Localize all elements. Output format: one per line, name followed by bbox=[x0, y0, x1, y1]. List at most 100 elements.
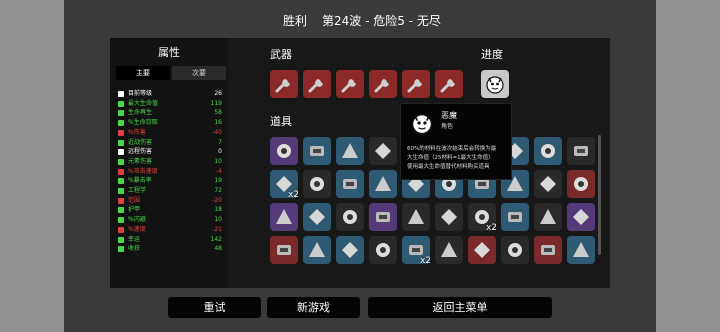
main-menu-button[interactable]: 返回主菜单 bbox=[368, 297, 552, 318]
item-slot[interactable] bbox=[303, 170, 331, 198]
stat-name: %暴击率 bbox=[128, 177, 152, 185]
stat-row[interactable]: %攻击速度 -4 bbox=[118, 168, 224, 176]
weapon-slot[interactable] bbox=[270, 70, 298, 98]
weapon-slot[interactable] bbox=[303, 70, 331, 98]
stat-value: 18 bbox=[214, 206, 222, 214]
tab-primary[interactable]: 主要 bbox=[116, 66, 170, 80]
wrench-icon bbox=[374, 79, 389, 93]
item-slot[interactable] bbox=[270, 137, 298, 165]
item-quantity: x2 bbox=[419, 256, 431, 266]
stat-name: %闪避 bbox=[128, 216, 146, 224]
stats-title: 属性 bbox=[158, 46, 180, 59]
item-icon bbox=[309, 242, 325, 257]
stat-name: 范围 bbox=[128, 196, 141, 204]
item-icon bbox=[573, 242, 589, 257]
item-slot[interactable] bbox=[567, 170, 595, 198]
item-slot[interactable] bbox=[336, 137, 364, 165]
stat-value: 142 bbox=[210, 235, 222, 243]
item-slot[interactable] bbox=[336, 203, 364, 231]
item-slot[interactable] bbox=[501, 236, 529, 264]
item-slot[interactable] bbox=[435, 203, 463, 231]
stat-value: 0 bbox=[218, 148, 222, 156]
stat-row[interactable]: 生命再生 58 bbox=[118, 109, 224, 117]
stat-icon bbox=[118, 110, 124, 117]
tab-secondary[interactable]: 次要 bbox=[172, 66, 226, 80]
stat-name: %伤害 bbox=[128, 128, 146, 136]
stat-row[interactable]: 元素伤害 10 bbox=[118, 158, 224, 166]
item-slot[interactable] bbox=[336, 170, 364, 198]
weapon-slot[interactable] bbox=[336, 70, 364, 98]
item-icon bbox=[541, 245, 555, 255]
item-slot[interactable]: x2 bbox=[402, 236, 431, 266]
item-slot[interactable] bbox=[534, 170, 562, 198]
items-label: 道具 bbox=[270, 115, 292, 128]
character-slot[interactable] bbox=[481, 70, 509, 98]
stat-name: 护甲 bbox=[128, 206, 141, 214]
stat-row[interactable]: %生命窃取 16 bbox=[118, 119, 224, 127]
stat-row[interactable]: 远程伤害 0 bbox=[118, 148, 224, 156]
item-slot[interactable] bbox=[369, 203, 397, 231]
stat-value: -40 bbox=[212, 128, 222, 136]
tooltip-type: 角色 bbox=[441, 123, 454, 130]
item-icon bbox=[343, 179, 357, 189]
stat-icon bbox=[118, 129, 124, 136]
item-icon bbox=[474, 242, 490, 258]
item-icon bbox=[574, 146, 588, 156]
item-slot[interactable] bbox=[402, 203, 430, 231]
stat-row[interactable]: %伤害 -40 bbox=[118, 129, 224, 137]
item-slot[interactable] bbox=[369, 170, 397, 198]
item-icon bbox=[573, 209, 589, 225]
item-slot[interactable]: x2 bbox=[468, 203, 497, 233]
items-scrollbar[interactable] bbox=[598, 135, 601, 255]
stat-row[interactable]: %暴击率 19 bbox=[118, 177, 224, 185]
item-slot[interactable] bbox=[303, 236, 331, 264]
item-slot[interactable] bbox=[270, 236, 298, 264]
stat-icon bbox=[118, 207, 124, 214]
stat-name: %攻击速度 bbox=[128, 167, 158, 175]
stat-row[interactable]: 范围 -20 bbox=[118, 197, 224, 205]
item-slot[interactable] bbox=[303, 203, 331, 231]
new-game-button[interactable]: 新游戏 bbox=[267, 297, 360, 318]
stat-row[interactable]: 目前等级 26 bbox=[118, 90, 224, 98]
item-slot[interactable] bbox=[534, 203, 562, 231]
item-slot[interactable] bbox=[468, 236, 496, 264]
retry-button[interactable]: 重试 bbox=[168, 297, 261, 318]
item-icon bbox=[309, 209, 325, 225]
stat-row[interactable]: 护甲 18 bbox=[118, 206, 224, 214]
weapon-slot[interactable] bbox=[402, 70, 430, 98]
weapon-slot[interactable] bbox=[369, 70, 397, 98]
item-slot[interactable] bbox=[534, 236, 562, 264]
stat-row[interactable]: 近战伤害 7 bbox=[118, 139, 224, 147]
item-slot[interactable] bbox=[336, 236, 364, 264]
stat-row[interactable]: 收获 48 bbox=[118, 245, 224, 253]
item-slot[interactable] bbox=[435, 236, 463, 264]
item-icon bbox=[276, 209, 292, 224]
item-icon bbox=[310, 146, 324, 156]
stat-row[interactable]: %闪避 10 bbox=[118, 216, 224, 224]
stat-value: 58 bbox=[214, 109, 222, 117]
stat-row[interactable]: 工程学 72 bbox=[118, 187, 224, 195]
item-icon bbox=[441, 209, 457, 225]
weapon-slot[interactable] bbox=[435, 70, 463, 98]
item-icon bbox=[540, 209, 556, 224]
item-slot[interactable] bbox=[567, 137, 595, 165]
item-slot[interactable] bbox=[303, 137, 331, 165]
stat-value: 26 bbox=[214, 90, 222, 97]
item-slot[interactable]: x2 bbox=[270, 170, 299, 200]
item-slot[interactable] bbox=[369, 137, 397, 165]
item-slot[interactable] bbox=[567, 236, 595, 264]
stat-row[interactable]: %速度 -21 bbox=[118, 226, 224, 234]
stat-icon bbox=[118, 188, 124, 194]
item-slot[interactable] bbox=[369, 236, 397, 264]
item-slot[interactable] bbox=[567, 203, 595, 231]
stat-row[interactable]: 最大生命值 119 bbox=[118, 100, 224, 108]
wrench-icon bbox=[308, 79, 323, 93]
item-icon bbox=[375, 176, 391, 191]
stat-row[interactable]: 幸运 142 bbox=[118, 236, 224, 244]
item-slot[interactable] bbox=[270, 203, 298, 231]
item-icon bbox=[541, 144, 555, 158]
item-slot[interactable] bbox=[534, 137, 562, 165]
demon-icon bbox=[411, 114, 433, 135]
item-icon bbox=[310, 177, 324, 191]
item-slot[interactable] bbox=[501, 203, 529, 231]
